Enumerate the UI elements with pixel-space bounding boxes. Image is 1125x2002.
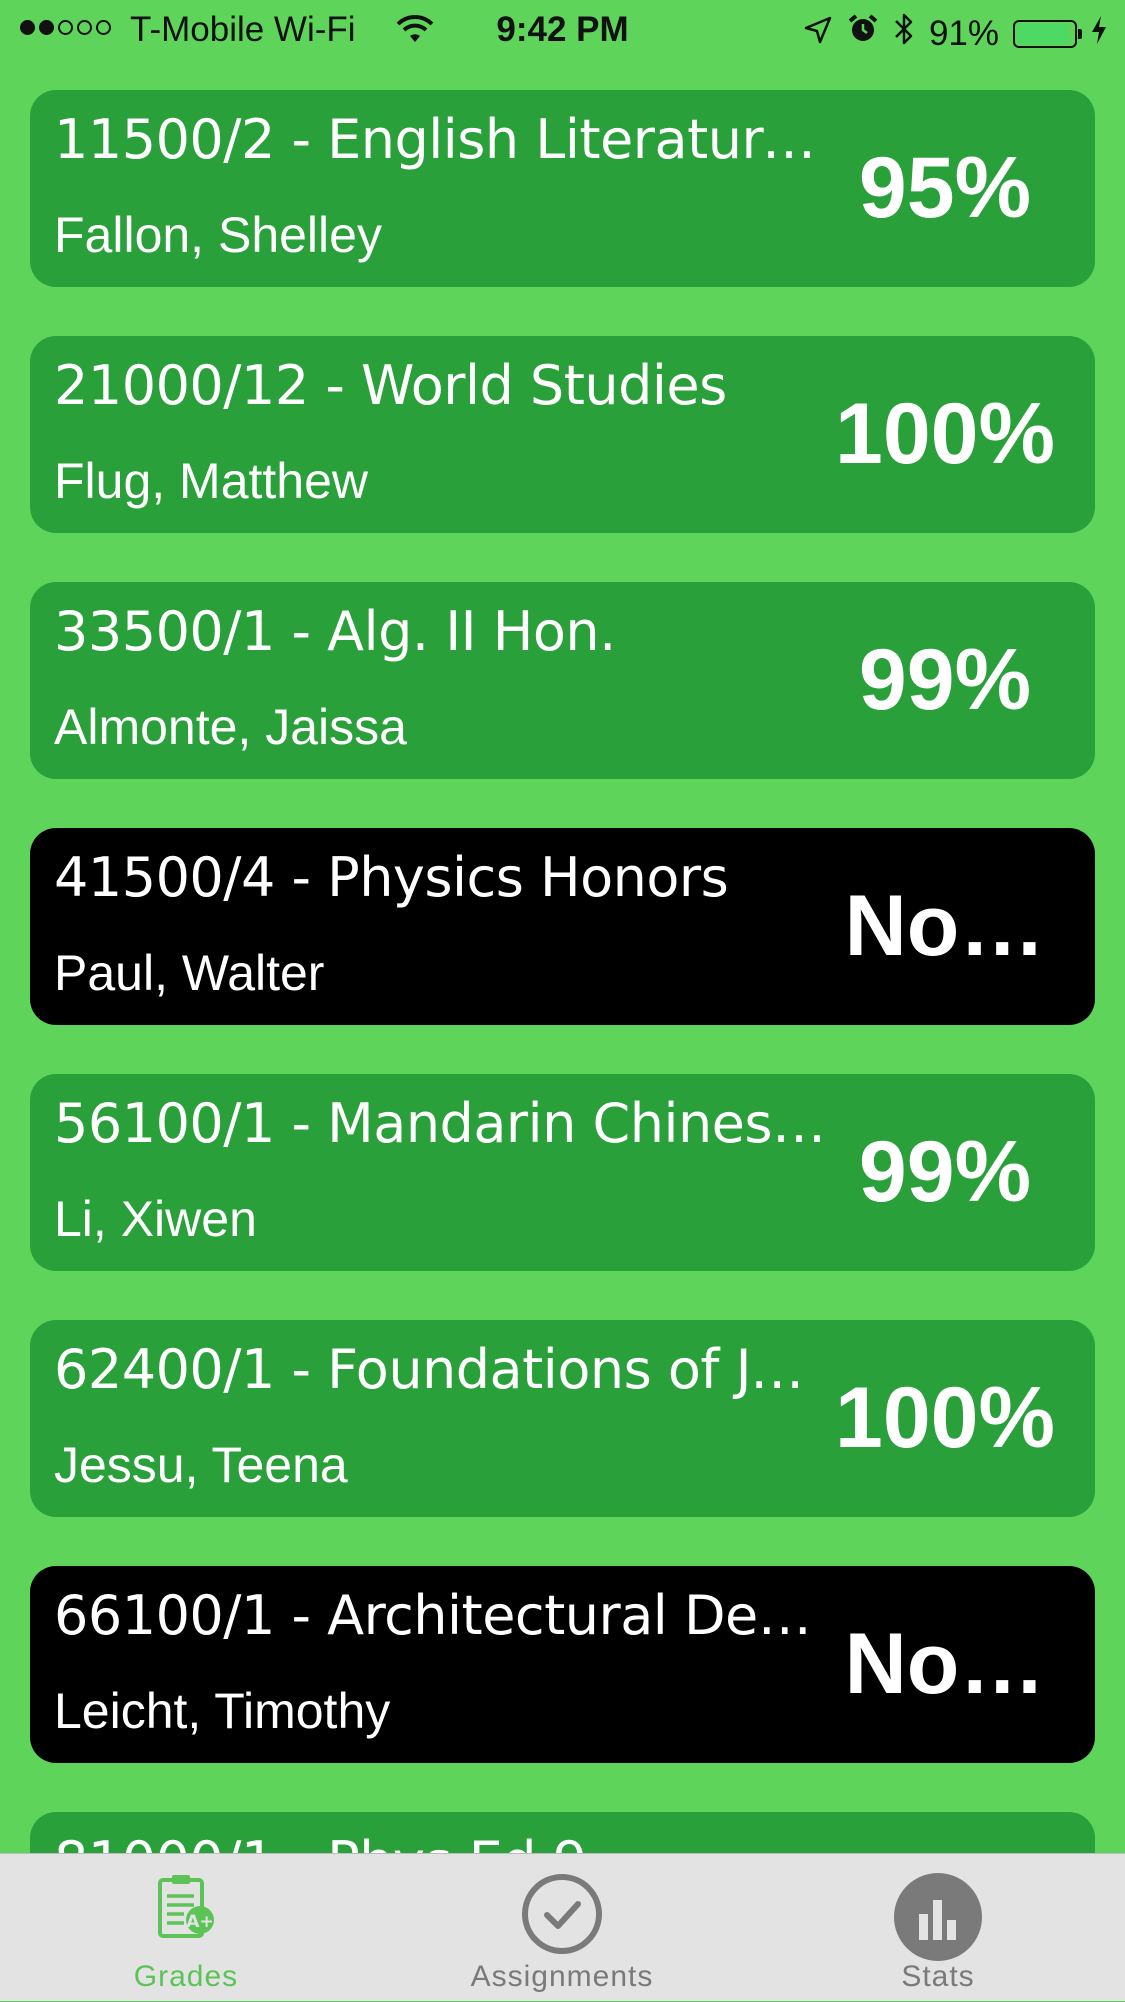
grade-value: 95% [858,140,1032,236]
tab-label: Assignments [470,1960,654,1993]
course-card[interactable]: 11500/2 - English Literature an… Fallon,… [30,90,1095,287]
teacher-name: Paul, Walter [54,945,325,1001]
teacher-name: Leicht, Timothy [54,1683,391,1739]
tab-label: Stats [901,1960,975,1993]
course-card[interactable]: 81000/1 - Phys Ed 9 [30,1812,1095,1853]
battery-icon [1013,19,1082,48]
course-card[interactable]: 62400/1 - Foundations of JAVA Jessu, Tee… [30,1320,1095,1517]
teacher-name: Jessu, Teena [54,1437,348,1493]
status-bar: T-Mobile Wi-Fi 9:42 PM 91% [0,0,1125,62]
course-title: 66100/1 - Architectural Design… [54,1584,834,1647]
bluetooth-icon [893,12,915,55]
course-list[interactable]: 11500/2 - English Literature an… Fallon,… [0,62,1125,1853]
grade-value: 99% [858,1124,1032,1220]
grade-value: 100% [835,1370,1055,1466]
course-card[interactable]: 56100/1 - Mandarin Chinese I Li, Xiwen 9… [30,1074,1095,1271]
battery-level [1017,23,1068,44]
course-title: 11500/2 - English Literature an… [54,108,834,171]
course-title: 21000/12 - World Studies [54,354,727,417]
grade-value [825,1812,1065,1853]
charging-bolt-icon [1091,14,1107,54]
teacher-name: Flug, Matthew [54,453,369,509]
course-title: 41500/4 - Physics Honors [54,846,729,909]
teacher-name: Li, Xiwen [54,1191,257,1247]
battery-percent: 91% [928,13,999,53]
course-card[interactable]: 66100/1 - Architectural Design… Leicht, … [30,1566,1095,1763]
location-arrow-icon [803,14,833,54]
alarm-clock-icon [847,13,879,54]
grade-value: No… [844,878,1046,974]
stats-icon [893,1872,983,1967]
teacher-name: Almonte, Jaissa [54,699,407,755]
course-title: 56100/1 - Mandarin Chinese I [54,1092,834,1155]
course-title: 62400/1 - Foundations of JAVA [54,1338,834,1401]
assignments-icon [520,1872,604,1961]
tab-stats[interactable]: Stats [838,1854,1038,2002]
tab-label: Grades [133,1960,239,1993]
grades-icon: A+ [154,1872,218,1951]
grade-value: 99% [858,632,1032,728]
course-title: 33500/1 - Alg. II Hon. [54,600,616,663]
course-title: 81000/1 - Phys Ed 9 [54,1830,834,1853]
tab-grades[interactable]: A+ Grades [86,1854,286,2002]
course-card[interactable]: 33500/1 - Alg. II Hon. Almonte, Jaissa 9… [30,582,1095,779]
tab-assignments[interactable]: Assignments [442,1854,682,2002]
course-card[interactable]: 21000/12 - World Studies Flug, Matthew 1… [30,336,1095,533]
svg-text:A+: A+ [186,1912,213,1932]
course-card[interactable]: 41500/4 - Physics Honors Paul, Walter No… [30,828,1095,1025]
grade-value: 100% [835,386,1055,482]
teacher-name: Fallon, Shelley [54,207,382,263]
tab-bar: A+ Grades Assignments Stats [0,1853,1125,2001]
grade-value: No… [844,1616,1046,1712]
